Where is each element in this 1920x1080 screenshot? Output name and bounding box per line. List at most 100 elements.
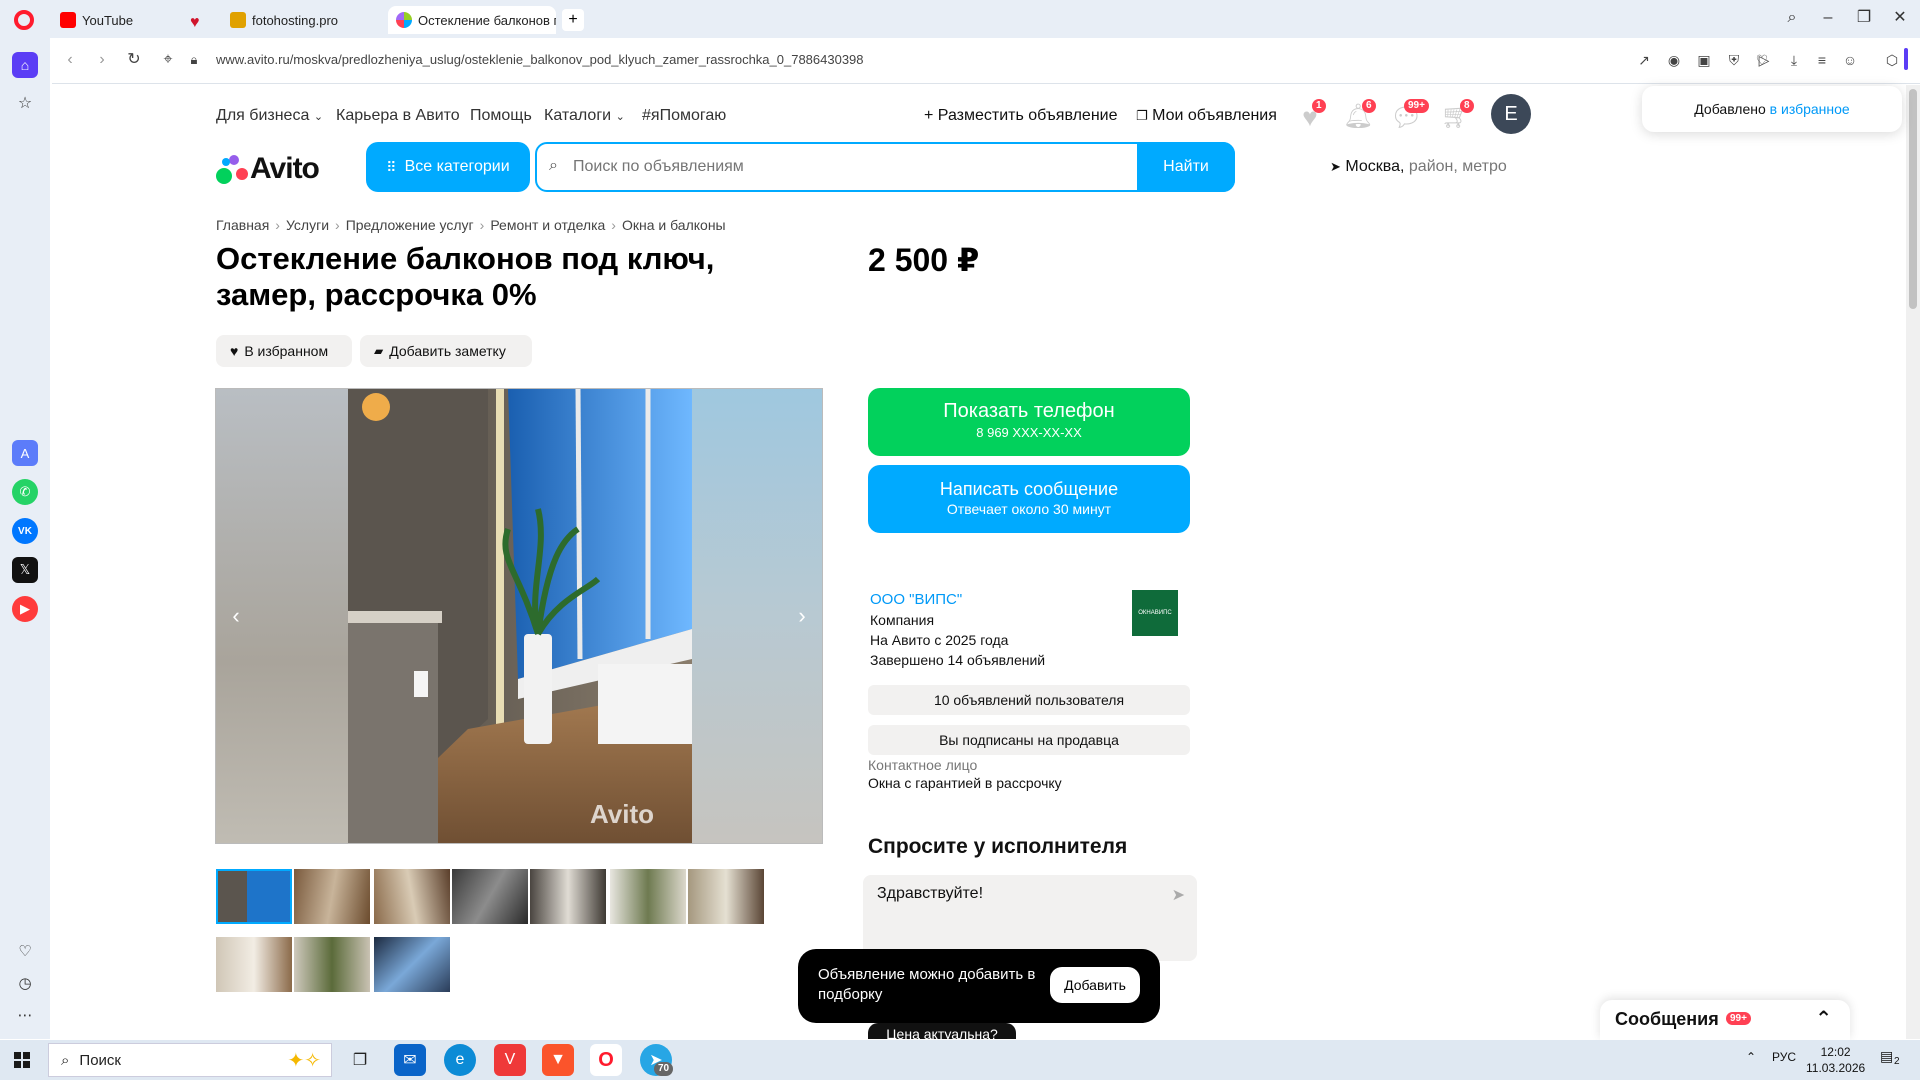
heart-icon: ♥ — [190, 14, 200, 31]
all-categories-button[interactable]: ⠿ Все категории — [366, 142, 530, 192]
user-ads-button[interactable]: 10 объявлений пользователя — [868, 685, 1190, 715]
page-scrollbar[interactable] — [1906, 85, 1920, 1039]
add-to-collection-button[interactable]: Добавить — [1050, 967, 1140, 1003]
heart-visible-icon[interactable]: ♡ — [1752, 50, 1772, 70]
seller-logo[interactable]: ОКНАВИПС — [1132, 590, 1178, 636]
profile-icon[interactable]: ☺ — [1840, 50, 1860, 70]
photo-watermark: Avito — [590, 799, 655, 829]
extensions-icon[interactable]: ⬡ — [1882, 50, 1902, 70]
post-ad-link[interactable]: + Разместить объявление — [924, 107, 1118, 125]
breadcrumb-item[interactable]: Окна и балконы — [622, 217, 726, 233]
gallery-thumbnail[interactable] — [294, 869, 370, 924]
heart-sidebar-icon[interactable]: ♡ — [12, 938, 38, 964]
x-twitter-icon[interactable]: 𝕏 — [12, 557, 38, 583]
minimize-icon[interactable]: – — [1818, 8, 1838, 28]
music-player-icon[interactable]: ▶ — [12, 596, 38, 622]
avito-logo[interactable]: Avito — [216, 149, 320, 189]
gallery-thumbnail[interactable] — [294, 937, 370, 992]
taskbar-clock[interactable]: 12:02 11.03.2026 — [1806, 1044, 1865, 1076]
scrollbar-thumb[interactable] — [1909, 89, 1917, 309]
chevron-up-icon[interactable]: ⌃ — [1815, 1006, 1832, 1031]
edge-icon[interactable]: e — [444, 1044, 476, 1076]
user-avatar[interactable]: E — [1491, 94, 1531, 134]
vk-icon[interactable]: VK — [12, 518, 38, 544]
gallery-thumbnail[interactable] — [610, 869, 686, 924]
opera-logo-icon[interactable] — [14, 10, 34, 30]
download-icon[interactable]: ⤓ — [1784, 50, 1804, 70]
breadcrumb-item[interactable]: Услуги — [286, 217, 329, 233]
notification-center-icon[interactable]: ▤ — [1880, 1048, 1893, 1065]
browser-sidebar: ⌂ ☆ A ✆ VK 𝕏 ▶ ♡ ◷ ⋯ — [0, 38, 50, 1039]
breadcrumb-item[interactable]: Предложение услуг — [346, 217, 474, 233]
home-icon[interactable]: ⌂ — [12, 52, 38, 78]
lock-icon[interactable]: 🔒︎ — [184, 50, 204, 70]
messages-panel[interactable]: Сообщения 99+ ⌃ — [1600, 1000, 1850, 1040]
tab-avito[interactable]: Остекление балконов по — [388, 6, 556, 34]
camera-icon[interactable]: ◉ — [1664, 50, 1684, 70]
messages-badge: 99+ — [1404, 99, 1429, 113]
show-phone-button[interactable]: Показать телефон 8 969 XXX-XX-XX — [868, 388, 1190, 456]
location-pin-icon[interactable]: ⌖ — [158, 50, 178, 70]
tab-fotohosting[interactable]: fotohosting.pro — [222, 6, 390, 34]
photo-gallery[interactable]: ‹ › Avito — [215, 388, 823, 844]
history-clock-icon[interactable]: ◷ — [12, 970, 38, 996]
nav-business[interactable]: Для бизнеса ⌄ — [216, 107, 323, 125]
whatsapp-icon[interactable]: ✆ — [12, 479, 38, 505]
url-field[interactable]: www.avito.ru/moskva/predlozheniya_uslug/… — [216, 52, 864, 67]
restore-icon[interactable]: ❐ — [1854, 8, 1874, 28]
gallery-thumbnail[interactable] — [216, 869, 292, 924]
location-selector[interactable]: ➤ Москва, район, метро — [1330, 158, 1507, 176]
screenshot-icon[interactable]: ▣ — [1694, 50, 1714, 70]
gallery-thumbnail[interactable] — [216, 937, 292, 992]
sidebar-toggle-indicator — [1904, 48, 1908, 70]
brave-icon[interactable]: ▼ — [542, 1044, 574, 1076]
my-ads-link[interactable]: ❐ Мои объявления — [1136, 107, 1277, 125]
input-language[interactable]: РУС — [1772, 1050, 1796, 1064]
location-hint: район, метро — [1408, 158, 1507, 175]
more-icon[interactable]: ⋯ — [12, 1002, 38, 1028]
in-favorites-button[interactable]: ♥ В избранном — [216, 335, 352, 367]
search-input[interactable] — [573, 154, 1073, 180]
gallery-next-arrow-icon[interactable]: › — [790, 601, 814, 631]
aria-icon[interactable]: A — [12, 440, 38, 466]
new-tab-button[interactable]: + — [562, 9, 584, 31]
outlook-icon[interactable]: ✉ — [394, 1044, 426, 1076]
windows-start-icon[interactable] — [14, 1052, 30, 1068]
gallery-thumbnail[interactable] — [452, 869, 528, 924]
gallery-thumbnail[interactable] — [530, 869, 606, 924]
gallery-thumbnail[interactable] — [374, 937, 450, 992]
back-icon[interactable]: ‹ — [60, 50, 80, 70]
share-icon[interactable]: ↗ — [1634, 50, 1654, 70]
nav-catalogs[interactable]: Каталоги ⌄ — [544, 107, 625, 125]
nav-career[interactable]: Карьера в Авито — [336, 107, 460, 125]
nav-help-tag[interactable]: #яПомогаю — [642, 107, 726, 125]
seller-name-link[interactable]: ООО "ВИПС" — [870, 590, 1045, 610]
subscribed-button[interactable]: Вы подписаны на продавца — [868, 725, 1190, 755]
star-icon[interactable]: ☆ — [12, 90, 38, 116]
send-icon[interactable]: ➤ — [1172, 885, 1185, 905]
gallery-prev-arrow-icon[interactable]: ‹ — [224, 601, 248, 631]
gallery-thumbnail[interactable] — [688, 869, 764, 924]
vivaldi-icon[interactable]: V — [494, 1044, 526, 1076]
ask-message-text: Здравствуйте! — [877, 885, 984, 902]
price-actual-chip[interactable]: Цена актуальна? — [868, 1023, 1016, 1039]
add-note-button[interactable]: ▰ Добавить заметку — [360, 335, 532, 367]
task-view-icon[interactable]: ❐ — [344, 1044, 376, 1076]
taskbar-search[interactable]: ⌕ Поиск ✦✧ — [48, 1043, 332, 1077]
forward-icon[interactable]: › — [92, 50, 112, 70]
search-tabs-icon[interactable]: ⌕ — [1782, 8, 1802, 28]
menu-icon[interactable]: ≡ — [1812, 50, 1832, 70]
notifications-badge: 6 — [1362, 99, 1376, 113]
shield-icon[interactable]: ⛨ — [1724, 50, 1744, 70]
tray-chevron-up-icon[interactable]: ⌃ — [1746, 1050, 1756, 1064]
gallery-thumbnail[interactable] — [374, 869, 450, 924]
breadcrumb-item[interactable]: Главная — [216, 217, 269, 233]
find-button[interactable]: Найти — [1137, 142, 1235, 192]
close-window-icon[interactable]: ✕ — [1890, 8, 1910, 28]
nav-help[interactable]: Помощь — [470, 107, 532, 125]
opera-taskbar-icon[interactable]: O — [590, 1044, 622, 1076]
breadcrumb-item[interactable]: Ремонт и отделка — [490, 217, 605, 233]
write-message-button[interactable]: Написать сообщение Отвечает около 30 мин… — [868, 465, 1190, 533]
fav-toast-link[interactable]: в избранное — [1770, 101, 1850, 117]
reload-icon[interactable]: ↻ — [124, 50, 144, 70]
